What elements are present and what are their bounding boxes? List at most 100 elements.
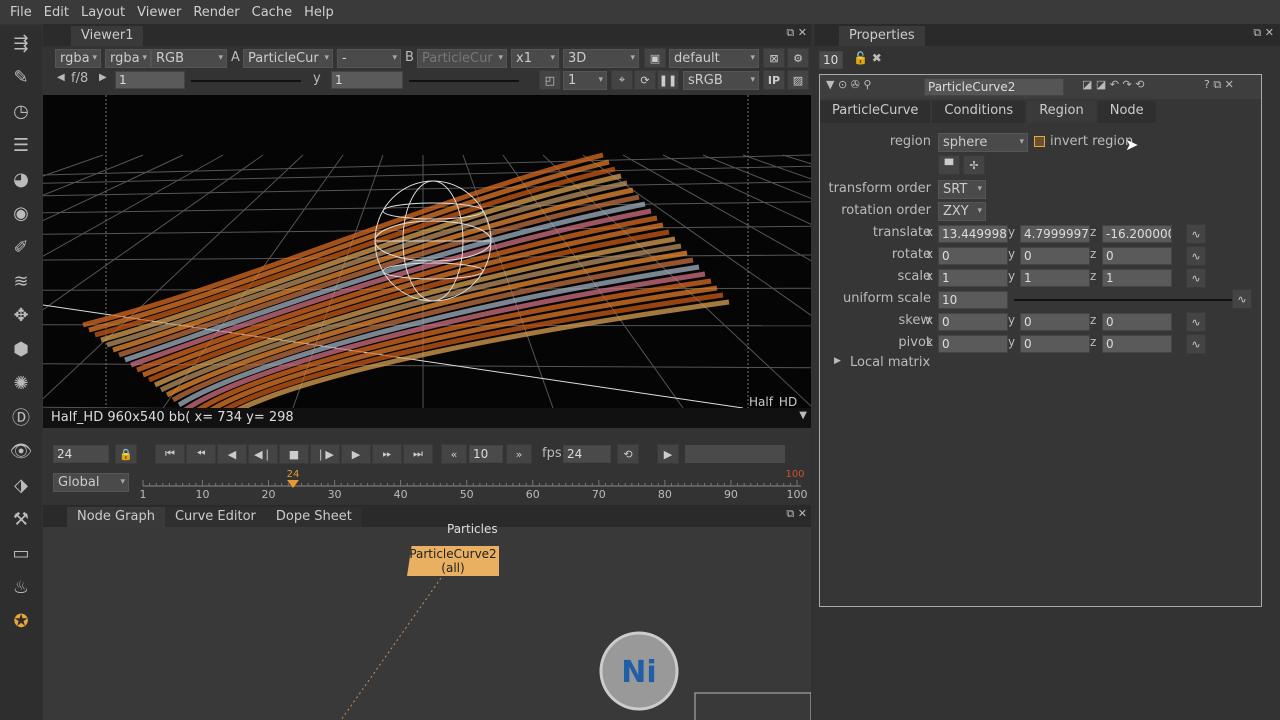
flipbook-icon[interactable]: ▶ [657, 444, 679, 464]
uniform-scale-field[interactable]: 10 [938, 291, 1008, 309]
folder-icon[interactable]: ▀ [938, 155, 960, 175]
view-mode-dropdown[interactable]: 3D [563, 49, 639, 68]
play-forward-icon[interactable]: ❘▶ [310, 444, 340, 464]
other-icon[interactable]: ▭ [0, 536, 42, 570]
rotate-x-field[interactable]: 0 [938, 247, 1008, 265]
gamma-field[interactable]: 1 [331, 71, 403, 89]
gain-field[interactable]: 1 [115, 71, 185, 89]
ip-button[interactable]: IP [763, 70, 785, 90]
overlay-icon[interactable]: ▨ [787, 70, 809, 90]
roi-icon[interactable]: ⌖ [611, 70, 633, 90]
fstop-left-icon[interactable]: ◀ [57, 72, 65, 83]
transform-icon[interactable]: ✥ [0, 298, 42, 332]
deep-icon[interactable]: Ⓓ [0, 400, 42, 434]
region-dropdown[interactable]: sphere [938, 133, 1028, 152]
fstop-value[interactable]: f/8 [71, 71, 88, 86]
compare-op-dropdown[interactable]: - [337, 49, 401, 68]
menu-help[interactable]: Help [298, 5, 340, 20]
views-icon[interactable]: 👁 [0, 434, 42, 468]
colorspace-dropdown[interactable]: sRGB [683, 71, 759, 90]
tab-properties[interactable]: Properties [839, 26, 925, 46]
close-icon[interactable]: ⧉ ✕ [1253, 26, 1274, 40]
animation-curve-icon[interactable]: ∿ [1186, 268, 1206, 288]
color-icon[interactable]: ◕ [0, 162, 42, 196]
pivot-y-field[interactable]: 0 [1020, 335, 1090, 353]
menu-file[interactable]: File [4, 5, 38, 20]
pivot-x-field[interactable]: 0 [938, 335, 1008, 353]
time-icon[interactable]: ◷ [0, 94, 42, 128]
animation-curve-icon[interactable]: ∿ [1232, 289, 1252, 309]
fstop-right-icon[interactable]: ▶ [99, 72, 107, 83]
tab-particlecurve[interactable]: ParticleCurve [820, 101, 931, 123]
expand-triangle-icon[interactable]: ▶ [834, 356, 841, 366]
rotate-y-field[interactable]: 0 [1020, 247, 1090, 265]
next-keyframe-icon[interactable]: ⏩︎ [372, 444, 402, 464]
refresh-icon[interactable]: ⟳ [634, 70, 656, 90]
b-input-dropdown[interactable]: ParticleCur [417, 49, 507, 68]
3d-icon[interactable]: ⬢ [0, 332, 42, 366]
menu-viewer[interactable]: Viewer [131, 5, 187, 20]
menu-layout[interactable]: Layout [75, 5, 131, 20]
skew-x-field[interactable]: 0 [938, 313, 1008, 331]
animation-curve-icon[interactable]: ∿ [1186, 312, 1206, 332]
lock-icon[interactable]: 🔒 [115, 444, 137, 464]
keyer-icon[interactable]: ✐ [0, 230, 42, 264]
particles-icon[interactable]: ✺ [0, 366, 42, 400]
transform-order-dropdown[interactable]: SRT [938, 180, 986, 199]
furnace-icon[interactable]: ♨ [0, 570, 42, 604]
gain-slider[interactable] [191, 80, 301, 82]
proxy-icon[interactable]: ◰ [539, 70, 561, 90]
menu-render[interactable]: Render [187, 5, 245, 20]
lut-dropdown[interactable]: default [669, 49, 759, 68]
skew-z-field[interactable]: 0 [1102, 313, 1172, 331]
range-mode-dropdown[interactable]: Global [53, 473, 129, 492]
camera-icon[interactable]: ▣ [644, 48, 666, 68]
max-panels-field[interactable]: 10 [819, 51, 843, 69]
animation-curve-icon[interactable]: ∿ [1186, 334, 1206, 354]
help-float-close-icon[interactable]: ? ⧉ ✕ [1204, 78, 1234, 92]
local-matrix-group[interactable]: Local matrix [850, 355, 930, 370]
first-frame-icon[interactable]: ⏮ [155, 444, 185, 464]
animation-curve-icon[interactable]: ∿ [1186, 246, 1206, 266]
animation-curve-icon[interactable]: ∿ [1186, 224, 1206, 244]
rotation-order-dropdown[interactable]: ZXY [938, 202, 986, 221]
viewport-3d[interactable]: Half_HD [43, 95, 811, 408]
display-channel-dropdown[interactable]: RGB [151, 49, 227, 68]
last-frame-icon[interactable]: ⏭ [403, 444, 433, 464]
skip-forward-icon[interactable]: » [506, 444, 532, 464]
loop-icon[interactable]: ⟲ [617, 444, 639, 464]
viewer-icon[interactable]: ⇶ [0, 26, 42, 60]
invert-region-checkbox[interactable] [1034, 136, 1045, 147]
pause-icon[interactable]: ❚❚ [657, 70, 679, 90]
info-dropdown-icon[interactable]: ▼ [799, 410, 807, 421]
filter-icon[interactable]: ◉ [0, 196, 42, 230]
paint-icon[interactable]: ✎ [0, 60, 42, 94]
fps-field[interactable]: 24 [563, 445, 611, 463]
frame-range-field[interactable] [685, 445, 785, 463]
scale-y-field[interactable]: 1 [1020, 269, 1090, 287]
frame-field[interactable]: 24 [53, 445, 109, 463]
tab-node[interactable]: Node [1097, 101, 1156, 123]
toolsets-icon[interactable]: ⚒ [0, 502, 42, 536]
a-input-dropdown[interactable]: ParticleCur [243, 49, 333, 68]
nuke-icon[interactable]: ✪ [0, 604, 42, 638]
scale-x-field[interactable]: 1 [938, 269, 1008, 287]
channel-icon[interactable]: ☰ [0, 128, 42, 162]
prev-frame-icon[interactable]: ◀ [217, 444, 247, 464]
increment-field[interactable]: 10 [469, 445, 503, 463]
axis-icon[interactable]: ✢ [963, 155, 985, 175]
skip-back-icon[interactable]: « [441, 444, 467, 464]
translate-y-field[interactable]: 4.7999997 [1020, 225, 1090, 243]
pivot-z-field[interactable]: 0 [1102, 335, 1172, 353]
close-icon[interactable]: ⧉ ✕ [786, 26, 807, 40]
translate-z-field[interactable]: -16.200000 [1102, 225, 1172, 243]
lock-icon[interactable]: 🔓 ✖ [853, 51, 882, 65]
alpha-channel-dropdown[interactable]: rgba [105, 49, 151, 68]
downrez-dropdown[interactable]: 1 [563, 71, 607, 90]
metadata-icon[interactable]: ⬗ [0, 468, 42, 502]
timeline-slider[interactable]: 1 10 20 30 40 50 60 70 80 90 100 24 100 [139, 468, 811, 500]
next-frame-icon[interactable]: ▶ [341, 444, 371, 464]
node-name-field[interactable]: ParticleCurve2 [924, 78, 1064, 96]
tab-viewer1[interactable]: Viewer1 [71, 26, 144, 46]
play-backward-icon[interactable]: ◀❘ [248, 444, 278, 464]
